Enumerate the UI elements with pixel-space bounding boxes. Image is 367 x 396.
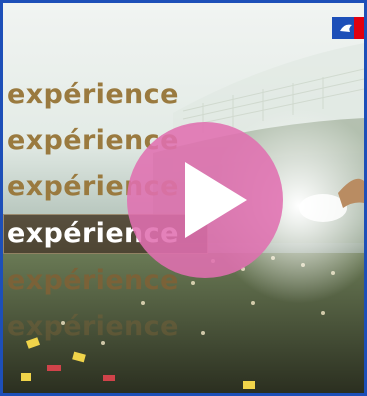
play-icon [185, 162, 247, 238]
word-line-6: expérience [7, 311, 179, 342]
video-player[interactable]: expérience expérience expérience expérie… [0, 0, 367, 396]
marianne-flag-icon [332, 17, 364, 39]
play-button[interactable] [127, 122, 283, 278]
word-line-1: expérience [7, 79, 179, 110]
